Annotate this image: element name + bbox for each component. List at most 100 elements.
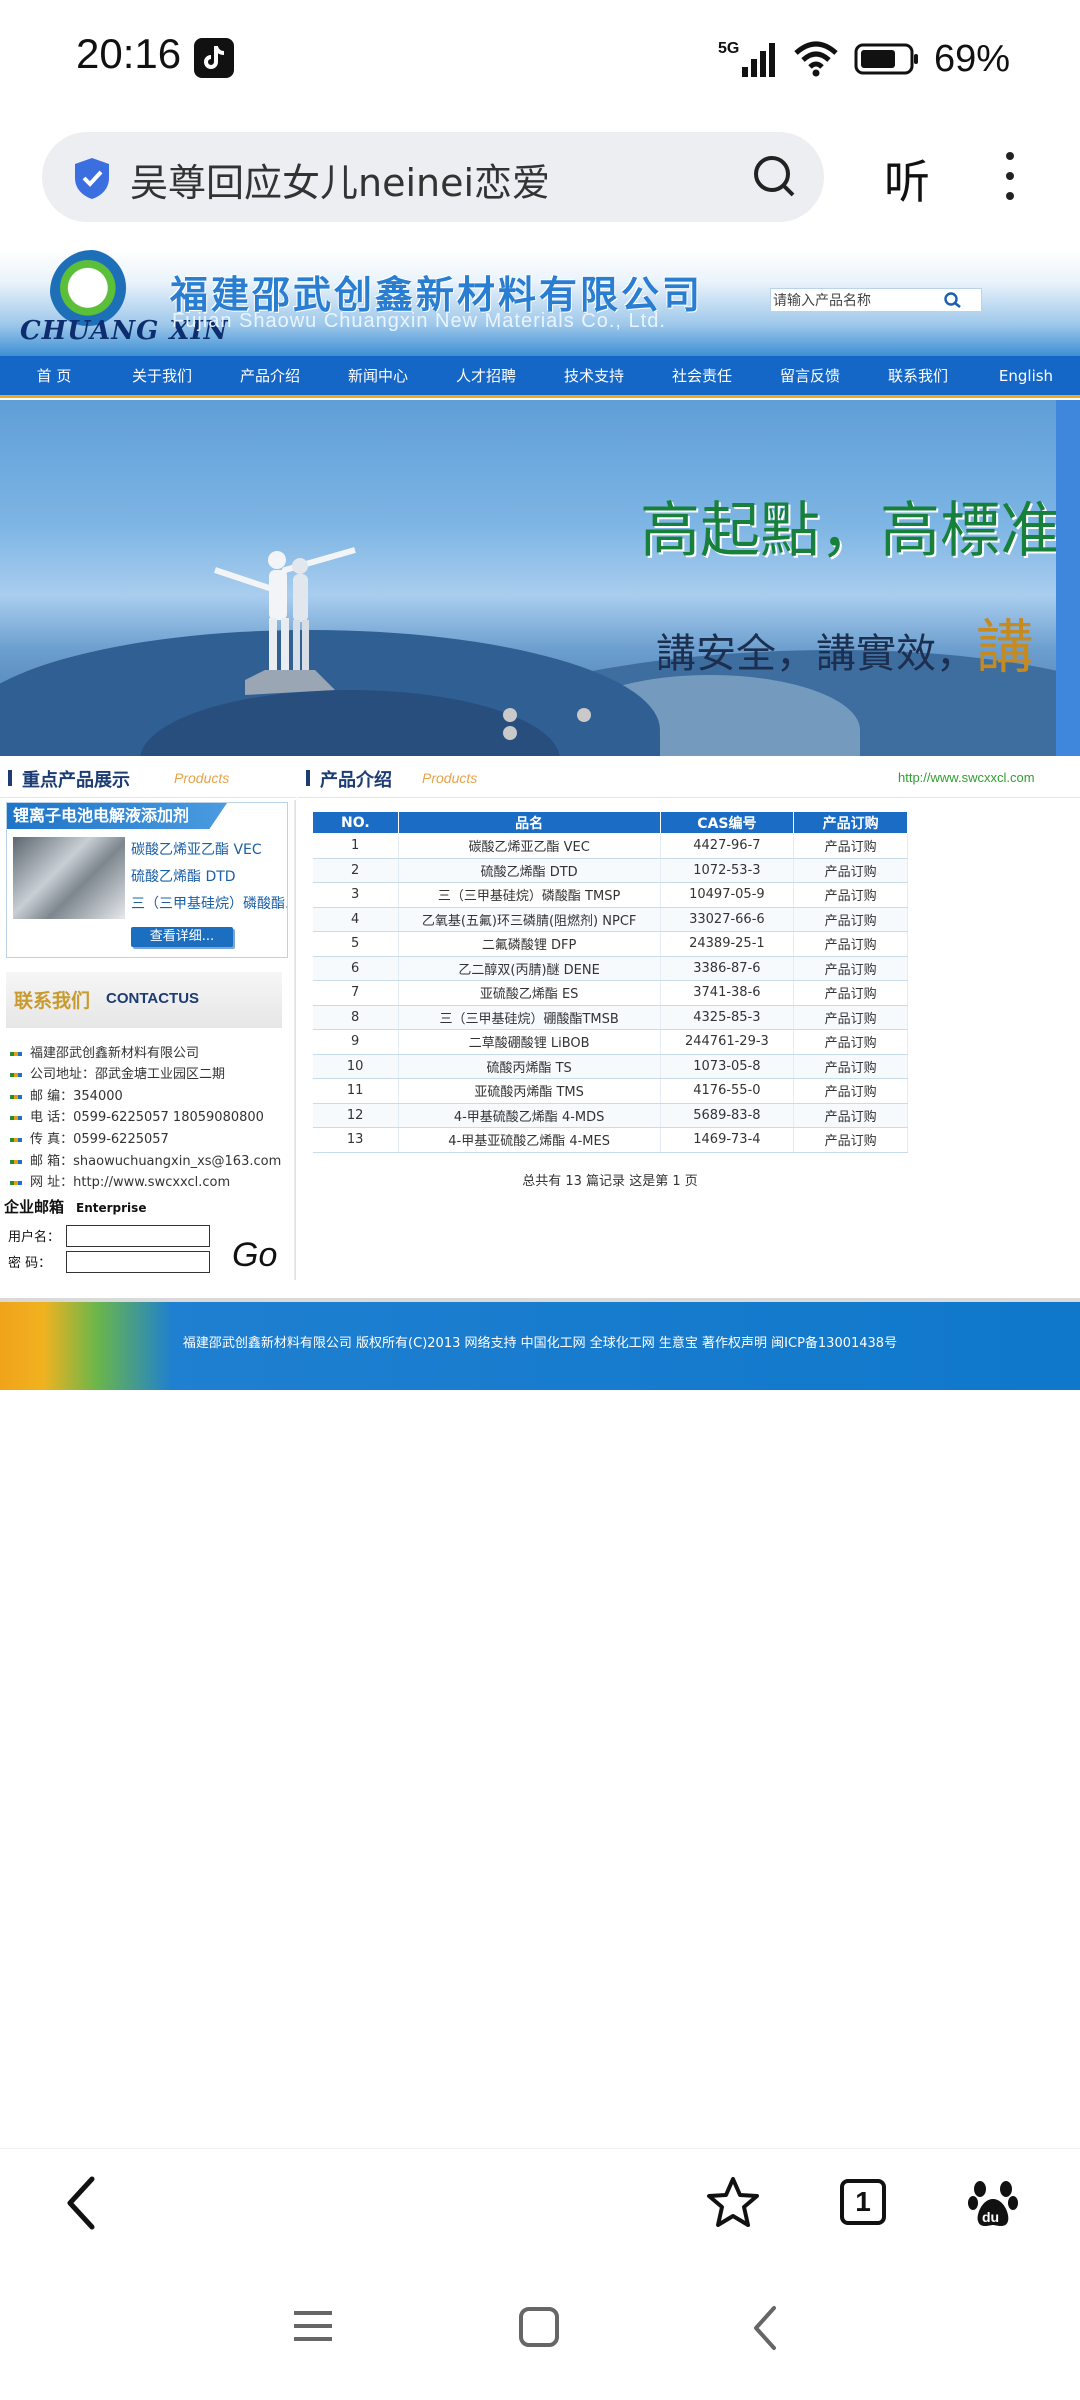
browser-address-row: 吴尊回应女儿neinei恋爱 听 (0, 120, 1080, 250)
product-name[interactable]: 三（三甲基硅烷）磷酸酯 TMSP (398, 882, 661, 908)
nav-item-feedback[interactable]: 留言反馈 (756, 356, 864, 395)
system-back-icon[interactable] (750, 2304, 780, 2352)
featured-section-header: 重点产品展示 Products (0, 760, 296, 798)
product-order-link[interactable]: 产品订购 (793, 1078, 908, 1104)
address-bar[interactable]: 吴尊回应女儿neinei恋爱 (42, 132, 824, 222)
view-details-button[interactable]: 查看详细... (131, 927, 233, 947)
product-order-link[interactable]: 产品订购 (793, 1005, 908, 1030)
featured-product-image[interactable] (13, 837, 125, 919)
network-label: 5G (718, 40, 739, 57)
site-search-input[interactable] (773, 290, 943, 310)
product-order-link[interactable]: 产品订购 (793, 1103, 908, 1128)
back-icon[interactable] (62, 2175, 102, 2231)
banner-people-figure (214, 547, 356, 695)
product-no: 1 (312, 833, 399, 859)
password-label: 密 码： (8, 1256, 52, 1271)
menu-icon[interactable] (292, 2308, 334, 2344)
address-text[interactable]: 吴尊回应女儿neinei恋爱 (130, 152, 550, 207)
nav-item-social-responsibility[interactable]: 社会责任 (648, 356, 756, 395)
col-header-cas: CAS编号 (659, 811, 795, 834)
product-order-link[interactable]: 产品订购 (793, 858, 908, 883)
product-name[interactable]: 三（三甲基硅烷）硼酸酯TMSB (398, 1005, 661, 1030)
product-name[interactable]: 亚硫酸乙烯酯 ES (398, 980, 661, 1006)
tabs-icon[interactable]: 1 (840, 2179, 886, 2225)
product-order-link[interactable]: 产品订购 (793, 882, 908, 908)
pager-text: 总共有 13 篇记录 这是第 1 页 (522, 1174, 698, 1189)
nav-item-news[interactable]: 新闻中心 (324, 356, 432, 395)
product-no: 13 (312, 1127, 399, 1153)
product-order-link[interactable]: 产品订购 (793, 833, 908, 859)
featured-category-tag: 锂离子电池电解液添加剂 (7, 803, 227, 829)
nav-item-contact[interactable]: 联系我们 (864, 356, 972, 395)
site-url-link[interactable]: http://www.swcxxcl.com (898, 770, 1035, 785)
bookmark-star-icon[interactable] (704, 2175, 762, 2231)
product-table-body: 1 碳酸乙烯亚乙酯 VEC 4427-96-7 产品订购 2 硫酸乙烯酯 DTD 1072-… (312, 833, 908, 1153)
product-name[interactable]: 4-甲基亚硫酸乙烯酯 4-MES (398, 1127, 661, 1153)
product-no: 6 (312, 956, 399, 981)
baidu-paw-icon[interactable]: du (968, 2175, 1018, 2231)
featured-product-link[interactable]: 硫酸乙烯酯 DTD (131, 866, 236, 886)
go-button[interactable]: Go (232, 1236, 277, 1275)
product-name[interactable]: 亚硫酸丙烯酯 TMS (398, 1078, 661, 1104)
featured-section-title: 重点产品展示 (22, 770, 130, 791)
contact-fax: 传 真：0599-6225057 (30, 1132, 169, 1147)
password-input[interactable] (66, 1251, 210, 1273)
nav-item-careers[interactable]: 人才招聘 (432, 356, 540, 395)
nav-item-home[interactable]: 首 页 (0, 356, 108, 395)
hero-banner[interactable]: 高起點，高標准， 講安全，講實效，講 (0, 400, 1056, 756)
table-header-row: NO. 品名 CAS编号 产品订购 (312, 811, 908, 834)
product-order-link[interactable]: 产品订购 (793, 1029, 908, 1055)
product-name[interactable]: 硫酸丙烯酯 TS (398, 1054, 661, 1079)
product-no: 7 (312, 980, 399, 1006)
product-order-link[interactable]: 产品订购 (793, 1127, 908, 1153)
section-marker (8, 770, 12, 786)
table-row: 11 亚硫酸丙烯酯 TMS 4176-55-0 产品订购 (312, 1078, 908, 1104)
contact-line: 网 址：http://www.swcxxcl.com (10, 1171, 230, 1190)
product-order-link[interactable]: 产品订购 (793, 907, 908, 932)
table-row: 12 4-甲基硫酸乙烯酯 4-MDS 5689-83-8 产品订购 (312, 1103, 908, 1128)
site-search-icon[interactable] (943, 291, 963, 309)
product-cas: 244761-29-3 (660, 1029, 795, 1055)
product-no: 12 (312, 1103, 399, 1128)
nav-item-tech-support[interactable]: 技术支持 (540, 356, 648, 395)
product-order-link[interactable]: 产品订购 (793, 980, 908, 1006)
home-icon[interactable] (518, 2306, 560, 2348)
section-marker (306, 770, 310, 786)
username-input[interactable] (66, 1225, 210, 1247)
featured-product-link[interactable]: 碳酸乙烯亚乙酯 VEC (131, 839, 262, 859)
product-name[interactable]: 硫酸乙烯酯 DTD (398, 858, 661, 883)
status-time: 20:16 (76, 30, 182, 77)
featured-product-link[interactable]: 三（三甲基硅烷）磷酸酯... (131, 893, 287, 913)
nav-item-products[interactable]: 产品介绍 (216, 356, 324, 395)
footer-copyright: 福建邵武创鑫新材料有限公司 版权所有(C)2013 网络支持 中国化工网 全球化… (182, 1336, 898, 1351)
carousel-dot[interactable] (503, 708, 517, 722)
product-name[interactable]: 乙二醇双(丙腈)醚 DENE (398, 956, 661, 981)
contact-email[interactable]: 邮 箱：shaowuchuangxin_xs@163.com (30, 1154, 281, 1169)
site-footer: 福建邵武创鑫新材料有限公司 版权所有(C)2013 网络支持 中国化工网 全球化… (0, 1302, 1080, 1390)
product-cas: 4325-85-3 (660, 1005, 795, 1030)
product-order-link[interactable]: 产品订购 (793, 956, 908, 981)
contact-website[interactable]: 网 址：http://www.swcxxcl.com (30, 1175, 230, 1190)
product-cas: 3386-87-6 (660, 956, 795, 981)
product-name[interactable]: 碳酸乙烯亚乙酯 VEC (398, 833, 661, 859)
nav-item-english[interactable]: English (972, 356, 1080, 395)
nav-item-about[interactable]: 关于我们 (108, 356, 216, 395)
product-name[interactable]: 二草酸硼酸锂 LiBOB (398, 1029, 661, 1055)
bullet-icon (10, 1180, 22, 1185)
featured-section-subtitle: Products (174, 770, 230, 786)
contact-header: 联系我们 CONTACTUS (6, 972, 282, 1028)
product-order-link[interactable]: 产品订购 (793, 931, 908, 957)
product-name[interactable]: 乙氧基(五氟)环三磷腈(阻燃剂) NPCF (398, 907, 661, 932)
product-no: 5 (312, 931, 399, 957)
search-icon[interactable] (750, 152, 798, 200)
product-name[interactable]: 4-甲基硫酸乙烯酯 4-MDS (398, 1103, 661, 1128)
product-name[interactable]: 二氟磷酸锂 DFP (398, 931, 661, 957)
product-order-link[interactable]: 产品订购 (793, 1054, 908, 1079)
browser-toolbar: 1 du (0, 2148, 1080, 2258)
table-row: 5 二氟磷酸锂 DFP 24389-25-1 产品订购 (312, 931, 908, 957)
carousel-dot[interactable] (503, 726, 517, 740)
featured-products-box: 锂离子电池电解液添加剂 碳酸乙烯亚乙酯 VEC 硫酸乙烯酯 DTD 三（三甲基硅… (6, 802, 288, 958)
listen-button[interactable]: 听 (884, 146, 930, 212)
carousel-dot[interactable] (577, 708, 591, 722)
more-icon[interactable] (1000, 146, 1020, 206)
